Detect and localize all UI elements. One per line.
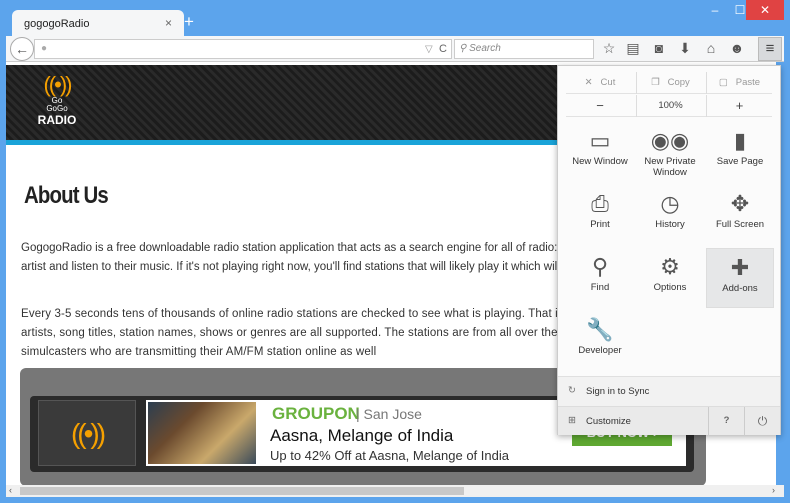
text-line: Every 3-5 seconds tens of thousands of o…: [21, 308, 595, 320]
fullscreen-icon: ✥: [730, 191, 750, 216]
tab-title: gogogoRadio: [24, 18, 90, 30]
navigation-bar: ← ● ▽ C ⚲ Search ☆ ▤ ◙ ⬇ ⌂ ☻ ≡: [6, 36, 784, 62]
cut-icon: ✕: [584, 77, 596, 88]
zoom-out-button[interactable]: −: [566, 95, 634, 117]
radio-waves-icon: ((•)): [43, 72, 72, 97]
sign-in-to-sync-button[interactable]: ↻ Sign in to Sync: [558, 376, 780, 406]
search-input[interactable]: ⚲ Search: [454, 39, 594, 59]
open-menu-button[interactable]: ≡: [758, 37, 782, 61]
paragraph-2: Every 3-5 seconds tens of thousands of o…: [21, 305, 595, 362]
copy-icon: ❐: [651, 77, 663, 88]
scroll-left-icon[interactable]: ‹: [9, 485, 12, 495]
zoom-in-button[interactable]: +: [706, 95, 772, 117]
menu-item-label: Developer: [578, 345, 622, 356]
paste-button[interactable]: ▢ Paste: [706, 72, 772, 94]
text-line: simulcasters who are transmitting their …: [21, 346, 377, 358]
page-icon: ▮: [733, 128, 747, 153]
reload-icon[interactable]: C: [439, 43, 447, 55]
ad-subtitle: Up to 42% Off at Aasna, Melange of India: [270, 448, 509, 463]
ad-title: Aasna, Melange of India: [270, 426, 454, 445]
clipboard-icon[interactable]: ▤: [624, 40, 642, 57]
text-line: GogogoRadio is a free downloadable radio…: [21, 242, 592, 254]
logo-line3: RADIO: [37, 113, 77, 127]
menu-item-label: Options: [653, 282, 687, 293]
customize-button[interactable]: ⊞ Customize ? ⏻: [558, 406, 780, 436]
radio-waves-icon: ((•)): [38, 400, 136, 466]
paragraph-1: GogogoRadio is a free downloadable radio…: [21, 239, 606, 277]
ad-city: | San Jose: [356, 406, 422, 422]
menu-item-label: History: [655, 219, 685, 230]
puzzle-icon: ✚: [730, 255, 750, 280]
add-ons-button[interactable]: ✚ Add-ons: [706, 248, 774, 308]
gogogoradio-logo[interactable]: ((•)) Go GoGo RADIO: [32, 73, 82, 133]
ad-brand: GROUPON: [272, 404, 360, 423]
scroll-thumb[interactable]: [20, 487, 464, 495]
download-icon[interactable]: ⬇: [676, 40, 694, 57]
minimize-button[interactable]: –: [705, 0, 725, 20]
edit-controls: ✕ Cut ❐ Copy ▢ Paste: [566, 72, 772, 94]
dropdown-icon[interactable]: ▽: [425, 44, 433, 55]
full-screen-button[interactable]: ✥ Full Screen: [706, 185, 774, 245]
food-image: [148, 402, 256, 464]
page-title: About Us: [24, 182, 109, 209]
gear-icon: ⚙: [660, 254, 680, 279]
printer-icon: ⎙: [591, 191, 609, 216]
pocket-icon[interactable]: ◙: [650, 40, 668, 56]
menu-item-label: Print: [590, 219, 610, 230]
history-button[interactable]: ◷ History: [636, 185, 704, 245]
options-button[interactable]: ⚙ Options: [636, 248, 704, 308]
copy-button[interactable]: ❐ Copy: [636, 72, 704, 94]
find-button[interactable]: ⚲ Find: [566, 248, 634, 308]
sync-icon: ↻: [568, 385, 576, 396]
search-placeholder: Search: [469, 43, 501, 54]
close-tab-icon[interactable]: ×: [165, 16, 172, 30]
print-button[interactable]: ⎙ Print: [566, 185, 634, 245]
window-icon: ▭: [589, 128, 611, 153]
menu-item-label: Find: [590, 282, 610, 293]
chat-icon[interactable]: ☻: [728, 40, 746, 56]
developer-button[interactable]: 🔧 Developer: [566, 311, 634, 371]
text-line: artists, song titles, station names, sho…: [21, 327, 580, 339]
app-menu-panel: ✕ Cut ❐ Copy ▢ Paste − 100% + ↻ Sign in t…: [557, 65, 781, 436]
save-page-button[interactable]: ▮ Save Page: [706, 122, 774, 182]
star-icon[interactable]: ☆: [600, 40, 618, 57]
mask-icon: ◉◉: [650, 128, 690, 153]
menu-item-label: Add-ons: [722, 283, 758, 294]
menu-item-label: New Private Window: [644, 156, 696, 178]
paste-icon: ▢: [718, 77, 731, 88]
menu-item-label: New Window: [572, 156, 628, 167]
cut-button[interactable]: ✕ Cut: [566, 72, 634, 94]
zoom-controls: − 100% +: [566, 95, 772, 117]
quit-button[interactable]: ⏻: [744, 407, 780, 436]
search-icon: ⚲: [591, 254, 609, 279]
new-private-window-button[interactable]: ◉◉ New Private Window: [636, 122, 704, 182]
zoom-reset-button[interactable]: 100%: [636, 95, 704, 117]
home-icon[interactable]: ⌂: [702, 40, 720, 56]
tab-gogogoradio[interactable]: gogogoRadio ×: [12, 10, 184, 38]
search-icon: ⚲: [459, 43, 470, 54]
plus-icon: ⊞: [568, 415, 576, 426]
horizontal-scrollbar[interactable]: ‹ ›: [6, 485, 784, 497]
menu-item-label: Full Screen: [715, 219, 765, 230]
globe-icon: ●: [41, 43, 48, 54]
help-button[interactable]: ?: [708, 407, 744, 436]
url-bar[interactable]: ● ▽ C: [34, 39, 452, 59]
close-window-button[interactable]: ✕: [746, 0, 784, 20]
clock-icon: ◷: [660, 191, 680, 216]
menu-item-label: Save Page: [716, 156, 764, 167]
logo-line2: GoGo: [46, 104, 68, 113]
wrench-icon: 🔧: [586, 317, 614, 342]
back-button[interactable]: ←: [10, 37, 34, 61]
new-window-button[interactable]: ▭ New Window: [566, 122, 634, 182]
text-line: artist and listen to their music. If it'…: [21, 261, 607, 273]
new-tab-button[interactable]: +: [184, 12, 194, 32]
scroll-right-icon[interactable]: ›: [772, 485, 775, 495]
